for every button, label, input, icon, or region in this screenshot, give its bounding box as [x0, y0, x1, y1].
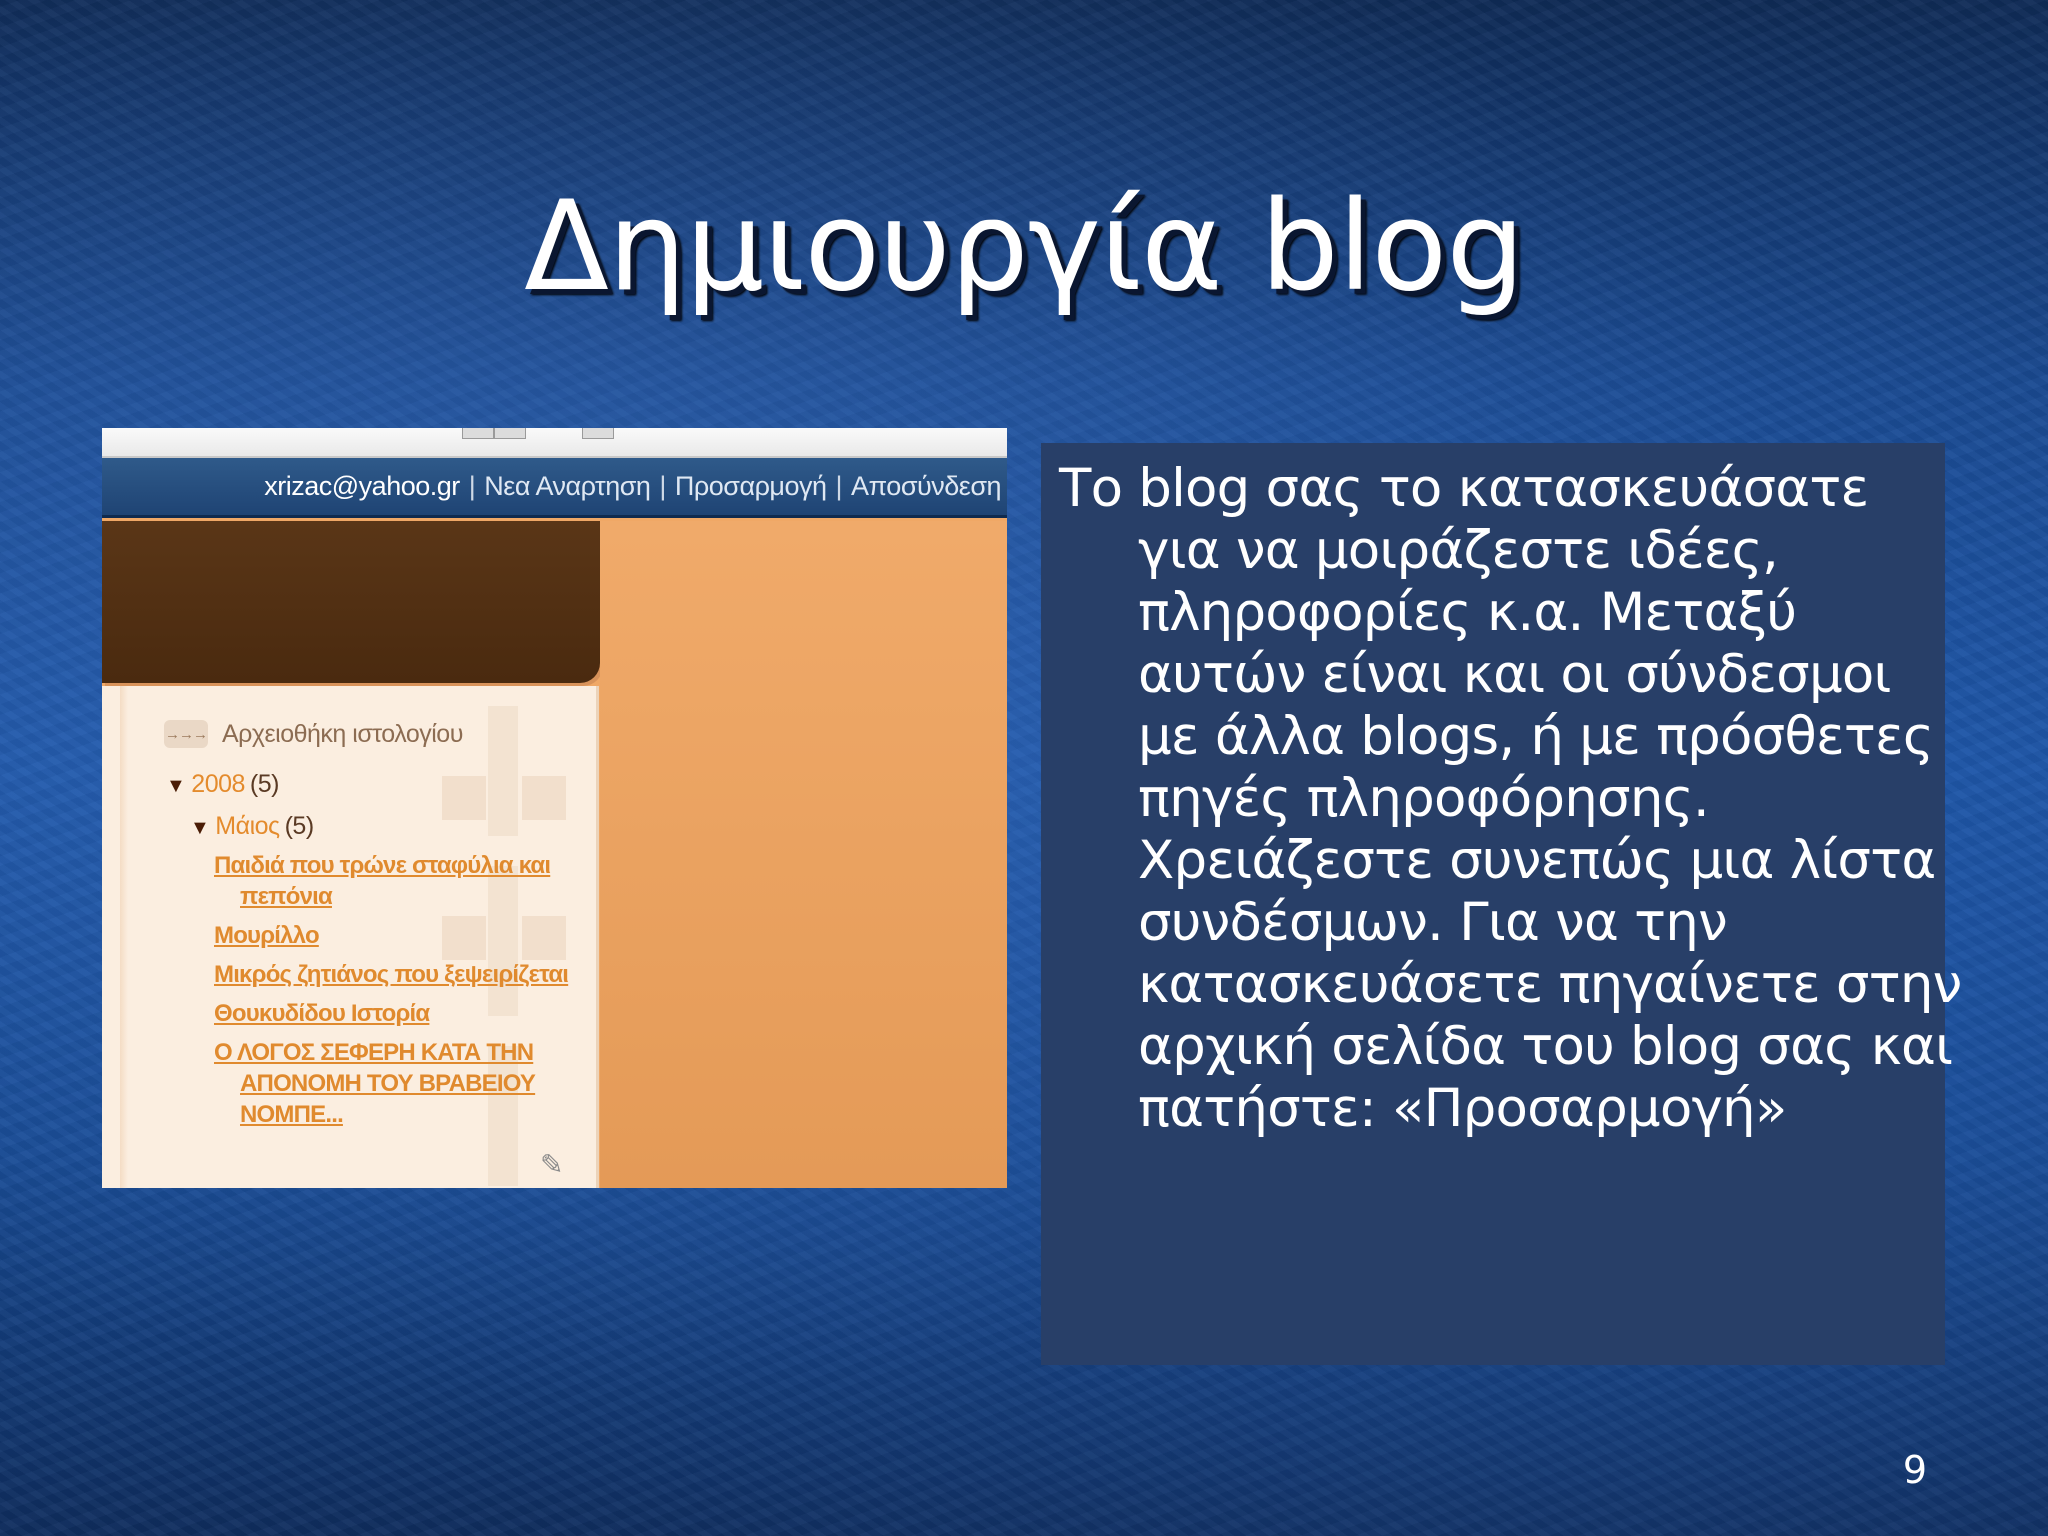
archive-heading-label: Αρχειοθήκη ιστολογίου	[222, 719, 463, 748]
post-title-line[interactable]: Παιδιά που τρώνε σταφύλια και	[214, 852, 551, 879]
body-line: συνδέσμων. Για να την	[1138, 892, 1728, 953]
slide-title: Δημιουργία blog	[524, 175, 1525, 319]
body-line: αυτών είναι και οι σύνδεσμοι	[1138, 644, 1891, 705]
triangle-down-icon[interactable]: ▼	[166, 775, 186, 797]
new-post-link[interactable]: Νεα Αναρτηση	[484, 471, 651, 502]
post-title-line[interactable]: Ο ΛΟΓΟΣ ΣΕΦΕΡΗ ΚΑΤΑ ΤΗΝ	[214, 1039, 534, 1066]
blog-sidebar: →→→ Αρχειοθήκη ιστολογίου ▼ 2008 (5) ▼ Μάιο…	[102, 686, 599, 1188]
sidebar-pattern	[442, 916, 486, 960]
nav-separator: |	[659, 471, 666, 501]
body-line: Χρειάζεστε συνεπώς μια λίστα	[1138, 830, 1936, 891]
archive-post-link[interactable]: Μουρίλλο	[214, 920, 320, 951]
wrench-icon[interactable]: ✎	[540, 1148, 563, 1181]
blogger-nav-bar: xrizac@yahoo.gr | Νεα Αναρτηση | Προσαρμ…	[102, 458, 1007, 518]
post-title-line[interactable]: Θουκυδίδου Ιστορία	[214, 1000, 430, 1027]
toolbar-button	[462, 428, 494, 439]
archive-post-link[interactable]: Ο ΛΟΓΟΣ ΣΕΦΕΡΗ ΚΑΤΑ ΤΗΝ ΑΠΟΝΟΜΗ ΤΟΥ ΒΡΑΒ…	[214, 1037, 536, 1130]
blog-header	[102, 521, 600, 683]
body-line: για να μοιράζεστε ιδέες,	[1138, 520, 1779, 581]
sign-out-link[interactable]: Αποσύνδεση	[851, 471, 1001, 502]
nav-separator: |	[835, 471, 843, 501]
slide-number: 9	[1902, 1448, 1928, 1492]
nav-separator: |	[468, 471, 476, 501]
sidebar-pattern	[442, 776, 486, 820]
body-line: με άλλα blogs, ή με πρόσθετες	[1138, 706, 1934, 767]
archive-post-link[interactable]: Παιδιά που τρώνε σταφύλια και πεπόνια	[214, 850, 551, 912]
body-line: πατήστε: «Προσαρμογή»	[1138, 1078, 1787, 1139]
archive-heading: →→→ Αρχειοθήκη ιστολογίου	[164, 716, 463, 752]
post-title-line[interactable]: ΝΟΜΠΕ...	[214, 1099, 535, 1130]
archive-year-row[interactable]: ▼ 2008 (5)	[166, 770, 279, 799]
post-title-line[interactable]: πεπόνια	[214, 881, 550, 912]
archive-month-row[interactable]: ▼ Μάιος (5)	[190, 812, 314, 841]
archive-post-link[interactable]: Μικρός ζητιάνος που ξεψειρίζεται	[214, 959, 569, 990]
archive-year-count: (5)	[249, 770, 280, 798]
body-line: κατασκευάσετε πηγαίνετε στην	[1138, 954, 1962, 1015]
customize-link[interactable]: Προσαρμογή	[675, 471, 827, 502]
body-line: πληροφορίες κ.α. Μεταξύ	[1138, 582, 1797, 643]
blog-main-area	[600, 521, 1007, 1188]
body-text: Το blog σας το κατασκευάσατε για να μοιρ…	[1059, 458, 1962, 1140]
toolbar-button	[582, 428, 614, 439]
post-title-line[interactable]: ΑΠΟΝΟΜΗ ΤΟΥ ΒΡΑΒΕΙΟΥ	[214, 1068, 536, 1099]
sidebar-pattern	[488, 706, 518, 836]
browser-toolbar-strip	[102, 428, 1007, 458]
body-line: αρχική σελίδα του blog σας και	[1138, 1016, 1953, 1077]
text-box: Το blog σας το κατασκευάσατε για να μοιρ…	[1041, 443, 1962, 1365]
archive-month-count: (5)	[284, 812, 315, 840]
toolbar-button	[494, 428, 526, 439]
post-title-line[interactable]: Μικρός ζητιάνος που ξεψειρίζεται	[214, 961, 569, 988]
archive-post-link[interactable]: Θουκυδίδου Ιστορία	[214, 998, 430, 1029]
sidebar-pattern	[522, 916, 566, 960]
archive-month-label[interactable]: Μάιος	[215, 812, 280, 840]
blog-screenshot: xrizac@yahoo.gr | Νεα Αναρτηση | Προσαρμ…	[102, 428, 1007, 1188]
archive-year-label[interactable]: 2008	[191, 770, 245, 798]
sidebar-edge	[120, 686, 128, 1188]
sidebar-pattern	[522, 776, 566, 820]
post-title-line[interactable]: Μουρίλλο	[214, 922, 320, 949]
arrows-icon: →→→	[164, 720, 208, 748]
body-line: Το blog σας το κατασκευάσατε	[1059, 458, 1869, 519]
body-line: πηγές πληροφόρησης.	[1138, 768, 1710, 829]
triangle-down-icon[interactable]: ▼	[190, 817, 210, 839]
user-email: xrizac@yahoo.gr	[264, 471, 460, 501]
